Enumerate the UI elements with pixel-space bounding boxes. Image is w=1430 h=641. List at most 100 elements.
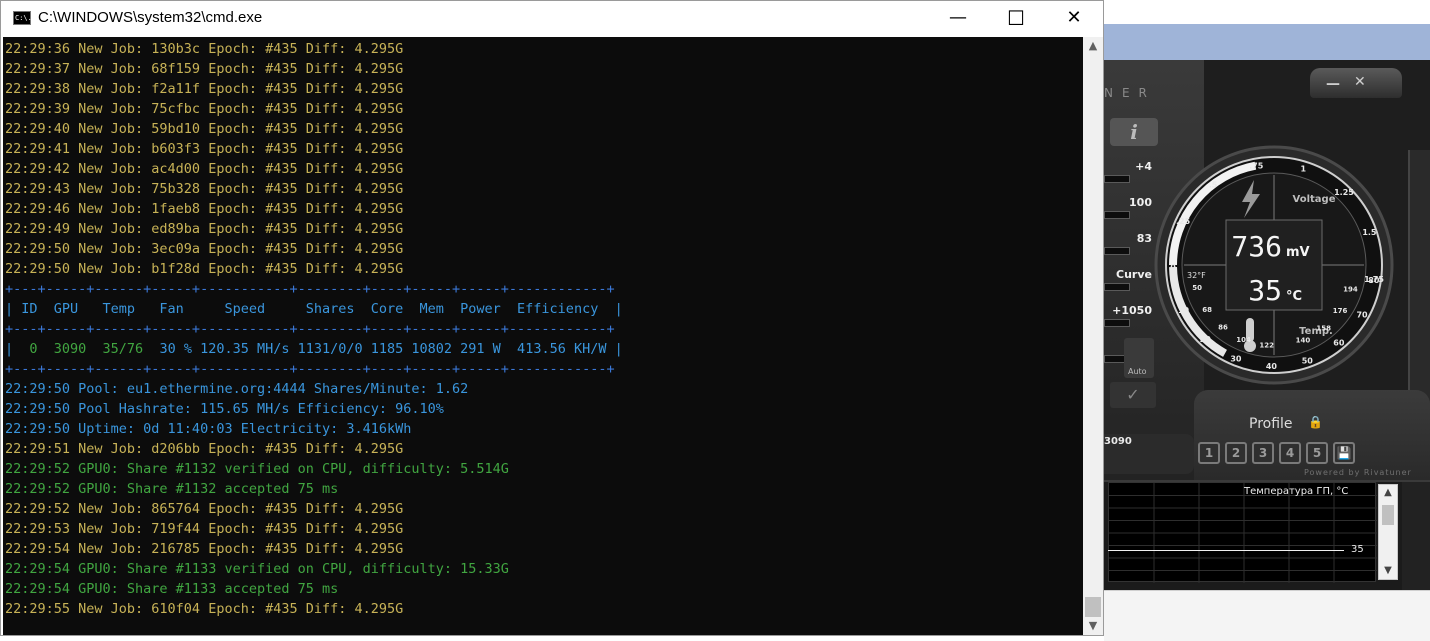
gauge-tick-label: 176 — [1333, 307, 1348, 315]
background-window-footer — [1104, 590, 1430, 641]
scroll-thumb[interactable] — [1382, 505, 1394, 525]
temperature-value: 35 — [1248, 274, 1282, 307]
monitor-gridlines — [1109, 483, 1377, 583]
console-line: +---+-----+------+-----+-----------+----… — [5, 281, 615, 297]
gauge-tick-label: 86 — [1218, 324, 1228, 332]
scroll-up-icon[interactable]: ▲ — [1083, 37, 1103, 55]
console-segment: 30 % 120.35 MH/s 1131/0/0 1185 10802 291… — [143, 341, 623, 357]
console-line: 22:29:50 New Job: b1f28d Epoch: #435 Dif… — [5, 261, 404, 277]
slider-power-limit[interactable]: 100 — [1104, 196, 1152, 219]
console-line: 22:29:54 New Job: 216785 Epoch: #435 Dif… — [5, 541, 404, 557]
console-scrollbar[interactable]: ▲ ▼ — [1083, 37, 1103, 635]
voltage-value: 736 — [1231, 230, 1282, 263]
console-line: +---+-----+------+-----+-----------+----… — [5, 321, 615, 337]
scroll-down-icon[interactable]: ▼ — [1379, 563, 1397, 579]
cmd-icon: C:\. — [13, 11, 32, 25]
console-line: | 0 3090 35/76 30 % 120.35 MH/s 1131/0/0… — [5, 339, 623, 359]
slider-track[interactable] — [1104, 211, 1130, 219]
console-segment: 35/76 — [102, 341, 144, 357]
gauge-tick-label: 80 — [1368, 276, 1380, 285]
console-line: 22:29:39 New Job: 75cfbc Epoch: #435 Dif… — [5, 101, 404, 117]
hardware-monitor: Температура ГП, °C 35 ▲ ▼ — [1104, 480, 1430, 590]
slider-core-clock[interactable]: Curve — [1104, 268, 1152, 291]
afterburner-minimize-button[interactable]: — — [1326, 76, 1340, 92]
slider-temp-limit[interactable]: 83 — [1104, 232, 1152, 255]
console-line: 22:29:36 New Job: 130b3c Epoch: #435 Dif… — [5, 41, 404, 57]
slider-core-voltage[interactable]: +4 — [1104, 160, 1152, 183]
profile-button-5[interactable]: 5 — [1306, 442, 1328, 464]
monitor-title: Температура ГП, °C — [1244, 486, 1349, 497]
console-line: +---+-----+------+-----+-----------+----… — [5, 361, 615, 377]
cmd-window[interactable]: C:\. C:\WINDOWS\system32\cmd.exe — ☐ ✕ 2… — [0, 0, 1104, 636]
slider-value: 83 — [1136, 232, 1152, 245]
afterburner-window[interactable]: NER i +4 100 83 Curve +1050 3 0 Auto ✓ — — [1104, 60, 1430, 590]
console-line: 22:29:54 GPU0: Share #1133 accepted 75 m… — [5, 581, 339, 597]
slider-value: 100 — [1129, 196, 1152, 209]
profile-button-1[interactable]: 1 — [1198, 442, 1220, 464]
slider-track[interactable] — [1104, 319, 1130, 327]
gauge-tick-label: 140 — [1296, 337, 1311, 345]
slider-track[interactable] — [1104, 175, 1130, 183]
gauge-svg: Voltage 736 mV 35 °C Temp. 32°F 0.25.5.7… — [1154, 145, 1394, 385]
console-line: 22:29:49 New Job: ed89ba Epoch: #435 Dif… — [5, 221, 404, 237]
gauge-tick-label: 40 — [1266, 362, 1278, 371]
gauge-tick-label: 60 — [1333, 338, 1345, 347]
auto-label: Auto — [1128, 367, 1147, 376]
monitor-graph — [1108, 482, 1377, 583]
minimize-button[interactable]: — — [929, 1, 987, 35]
console-line: 22:29:50 Pool Hashrate: 115.65 MH/s Effi… — [5, 401, 444, 417]
monitor-temperature-line — [1108, 550, 1344, 551]
slider-track[interactable] — [1104, 283, 1130, 291]
save-icon[interactable]: 💾 — [1333, 442, 1355, 464]
console-line: 22:29:41 New Job: b603f3 Epoch: #435 Dif… — [5, 141, 404, 157]
titlebar[interactable]: C:\. C:\WINDOWS\system32\cmd.exe — ☐ ✕ — [1, 1, 1103, 35]
console-output[interactable]: 22:29:36 New Job: 130b3c Epoch: #435 Dif… — [3, 37, 1083, 635]
profile-button-3[interactable]: 3 — [1252, 442, 1274, 464]
scroll-thumb[interactable] — [1085, 597, 1101, 617]
fan-auto-button[interactable]: Auto — [1124, 338, 1154, 378]
console-line: 22:29:40 New Job: 59bd10 Epoch: #435 Dif… — [5, 121, 404, 137]
profile-button-2[interactable]: 2 — [1225, 442, 1247, 464]
afterburner-close-button[interactable]: ✕ — [1354, 74, 1366, 90]
lock-icon[interactable]: 🔒 — [1308, 415, 1323, 429]
console-line: 22:29:46 New Job: 1faeb8 Epoch: #435 Dif… — [5, 201, 404, 217]
gauge-tick-label: .25 — [1176, 217, 1191, 226]
console-line: 22:29:50 Uptime: 0d 11:40:03 Electricity… — [5, 421, 412, 437]
gpu-name: 3090 — [1104, 436, 1132, 447]
desktop: NER i +4 100 83 Curve +1050 3 0 Auto ✓ — — [0, 0, 1430, 641]
monitor-grid — [1109, 483, 1377, 583]
fahrenheit-label: 32°F — [1187, 271, 1206, 280]
gauge-tick-label: 0 — [1171, 271, 1177, 280]
monitor-scrollbar[interactable]: ▲ ▼ — [1378, 484, 1398, 580]
console-segment: | — [5, 341, 30, 357]
cmd-icon-text: C:\. — [15, 14, 32, 22]
console-line: 22:29:50 New Job: 3ec09a Epoch: #435 Dif… — [5, 241, 404, 257]
console-line: 22:29:37 New Job: 68f159 Epoch: #435 Dif… — [5, 61, 404, 77]
console-line: 22:29:51 New Job: d206bb Epoch: #435 Dif… — [5, 441, 404, 457]
gauge-tick-label: 194 — [1343, 286, 1358, 294]
slider-value: Curve — [1116, 268, 1152, 281]
info-button[interactable]: i — [1110, 118, 1158, 146]
slider-value: +1050 — [1112, 304, 1152, 317]
console-line: 22:29:52 GPU0: Share #1132 verified on C… — [5, 461, 509, 477]
slider-track[interactable] — [1104, 247, 1130, 255]
console-lines: 22:29:36 New Job: 130b3c Epoch: #435 Dif… — [5, 39, 623, 619]
gauge-tick-label: 1.25 — [1334, 188, 1354, 197]
scroll-up-icon[interactable]: ▲ — [1379, 485, 1397, 501]
apply-button[interactable]: ✓ — [1110, 382, 1156, 408]
console-line: 22:29:42 New Job: ac4d00 Epoch: #435 Dif… — [5, 161, 404, 177]
slider-memory-clock[interactable]: +1050 — [1104, 304, 1152, 327]
profile-button-4[interactable]: 4 — [1279, 442, 1301, 464]
temperature-unit: °C — [1286, 289, 1302, 304]
scroll-down-icon[interactable]: ▼ — [1083, 617, 1103, 635]
monitor-side-panel — [1402, 482, 1430, 590]
console-line: 22:29:38 New Job: f2a11f Epoch: #435 Dif… — [5, 81, 404, 97]
console-line: | ID GPU Temp Fan Speed Shares Core Mem … — [5, 301, 623, 317]
profile-panel — [1194, 390, 1430, 480]
voltage-temp-gauge: Voltage 736 mV 35 °C Temp. 32°F 0.25.5.7… — [1154, 140, 1394, 390]
maximize-button[interactable]: ☐ — [987, 1, 1045, 35]
window-title: C:\WINDOWS\system32\cmd.exe — [38, 9, 263, 26]
close-button[interactable]: ✕ — [1045, 1, 1103, 35]
gauge-tick-label: 122 — [1259, 342, 1274, 350]
afterburner-brand: NER — [1104, 86, 1156, 100]
